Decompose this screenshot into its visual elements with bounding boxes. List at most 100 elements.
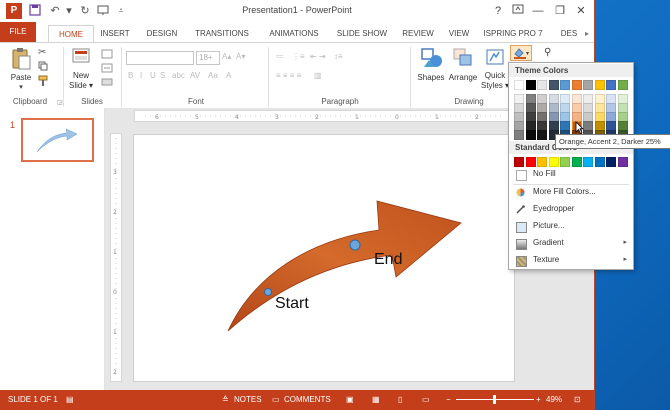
quick-styles-button[interactable]: Styles ▾ (478, 81, 512, 90)
spell-check-icon[interactable]: ▤ (66, 395, 74, 404)
standard-color-swatch[interactable] (548, 157, 559, 167)
tab-view[interactable]: VIEW (444, 25, 474, 42)
restore-button[interactable]: ❐ (550, 3, 570, 19)
close-button[interactable]: ✕ (571, 3, 591, 19)
indent-icons[interactable]: ⇤ ⇥ (310, 52, 326, 61)
bold-icon[interactable]: B (128, 71, 133, 80)
eyedropper-item[interactable]: Eyedropper (513, 202, 631, 217)
zoom-in-icon[interactable]: + (536, 395, 541, 404)
align-icons[interactable]: ≡ ≡ ≡ ≡ (276, 71, 301, 80)
comments-icon[interactable]: ▭ (272, 395, 280, 404)
font-size-field[interactable]: 18+ (196, 51, 220, 65)
change-case-icon[interactable]: Aa (208, 71, 218, 80)
paste-icon[interactable] (10, 47, 32, 73)
find-icon[interactable]: ⚲ (544, 47, 551, 58)
theme-color-swatch[interactable] (606, 80, 616, 90)
reading-view-icon[interactable]: ▯ (398, 395, 402, 404)
line-spacing-icon[interactable]: ↕≡ (334, 52, 343, 61)
tab-slide-show[interactable]: SLIDE SHOW (332, 25, 392, 42)
theme-color-swatch[interactable] (525, 80, 536, 90)
zoom-slider-thumb[interactable] (493, 395, 496, 404)
texture-item[interactable]: Texture ▸ (513, 253, 631, 268)
standard-color-swatch[interactable] (537, 157, 547, 167)
slide-sorter-icon[interactable]: ▦ (372, 395, 380, 404)
copy-icon[interactable] (38, 61, 48, 73)
no-fill-item[interactable]: No Fill (513, 167, 631, 182)
format-painter-icon[interactable] (38, 75, 48, 89)
minimize-button[interactable]: — (528, 3, 548, 19)
section-icon[interactable] (101, 77, 113, 89)
zoom-level[interactable]: 49% (546, 395, 562, 404)
theme-color-swatch[interactable] (537, 80, 547, 90)
arrange-icon[interactable] (452, 47, 474, 71)
shapes-icon[interactable] (420, 47, 444, 71)
curved-arrow-shape[interactable] (134, 135, 514, 381)
theme-color-swatch[interactable] (548, 80, 559, 90)
standard-color-swatch[interactable] (583, 157, 593, 167)
standard-color-swatch[interactable] (560, 157, 570, 167)
quick-styles-icon[interactable] (484, 47, 506, 71)
shadow-icon[interactable]: S (160, 71, 165, 80)
theme-color-swatch[interactable] (594, 80, 605, 90)
bullets-icon[interactable]: ≔ (276, 52, 284, 61)
new-slide-icon[interactable] (71, 47, 91, 71)
theme-color-swatch[interactable] (514, 130, 524, 140)
standard-color-swatch[interactable] (571, 157, 582, 167)
standard-color-swatch[interactable] (525, 157, 536, 167)
theme-color-swatch[interactable] (537, 130, 547, 140)
standard-color-swatch[interactable] (594, 157, 605, 167)
paste-button[interactable]: Paste (6, 73, 36, 82)
strikethrough-icon[interactable]: abc (172, 71, 185, 80)
slide-layout-icon[interactable] (101, 49, 113, 61)
tab-review[interactable]: REVIEW (398, 25, 438, 42)
theme-color-swatch[interactable] (525, 130, 536, 140)
fit-to-window-icon[interactable]: ⊡ (574, 395, 581, 404)
shapes-button[interactable]: Shapes (414, 73, 448, 82)
slideshow-view-icon[interactable]: ▭ (422, 395, 430, 404)
help-icon[interactable]: ? (488, 3, 508, 19)
quick-styles-label[interactable]: Quick (478, 71, 512, 80)
font-name-field[interactable] (126, 51, 194, 65)
tab-file[interactable]: FILE (0, 22, 36, 42)
tab-ispring[interactable]: ISPRING PRO 7 (480, 25, 546, 42)
normal-view-icon[interactable]: ▣ (346, 395, 354, 404)
notes-button[interactable]: NOTES (234, 395, 262, 404)
theme-color-swatch[interactable] (560, 80, 570, 90)
increase-font-icon[interactable]: A▴ (222, 52, 231, 61)
theme-color-swatch[interactable] (583, 80, 593, 90)
columns-icon[interactable]: ▥ (314, 71, 322, 80)
tab-design[interactable]: DESIGN (142, 25, 182, 42)
reset-slide-icon[interactable] (101, 63, 113, 75)
new-slide-button[interactable]: Slide ▾ (64, 81, 98, 90)
more-fill-colors-item[interactable]: More Fill Colors... (513, 185, 631, 200)
decrease-font-icon[interactable]: A▾ (236, 52, 245, 61)
ribbon-display-options-icon[interactable] (508, 3, 528, 19)
slide-thumbnail[interactable] (21, 118, 94, 162)
new-slide-label[interactable]: New (64, 71, 98, 80)
tab-drawing-format[interactable]: DES (556, 25, 582, 42)
paste-dropdown-icon[interactable]: ▾ (6, 83, 36, 91)
comments-button[interactable]: COMMENTS (284, 395, 331, 404)
tab-insert[interactable]: INSERT (96, 25, 134, 42)
char-spacing-icon[interactable]: AV (190, 71, 200, 80)
theme-color-swatch[interactable] (514, 80, 524, 90)
tabs-scroll-right-icon[interactable]: ▸ (582, 25, 592, 42)
numbering-icon[interactable]: ⋮≡ (292, 52, 305, 61)
cut-icon[interactable]: ✂ (38, 47, 46, 58)
shape-fill-button[interactable]: ▾ (510, 45, 532, 61)
standard-color-swatch[interactable] (606, 157, 616, 167)
font-color-icon[interactable]: A (226, 71, 231, 80)
arrange-button[interactable]: Arrange (446, 73, 480, 82)
gradient-item[interactable]: Gradient ▸ (513, 236, 631, 251)
notes-icon[interactable]: ≙ (222, 395, 229, 404)
zoom-out-icon[interactable]: − (446, 395, 451, 404)
tab-home[interactable]: HOME (48, 25, 94, 43)
tab-transitions[interactable]: TRANSITIONS (190, 25, 254, 42)
theme-color-swatch[interactable] (617, 80, 628, 90)
underline-icon[interactable]: U (150, 71, 156, 80)
standard-color-swatch[interactable] (617, 157, 628, 167)
picture-item[interactable]: Picture... (513, 219, 631, 234)
standard-color-swatch[interactable] (514, 157, 524, 167)
theme-color-swatch[interactable] (571, 80, 582, 90)
tab-animations[interactable]: ANIMATIONS (262, 25, 326, 42)
